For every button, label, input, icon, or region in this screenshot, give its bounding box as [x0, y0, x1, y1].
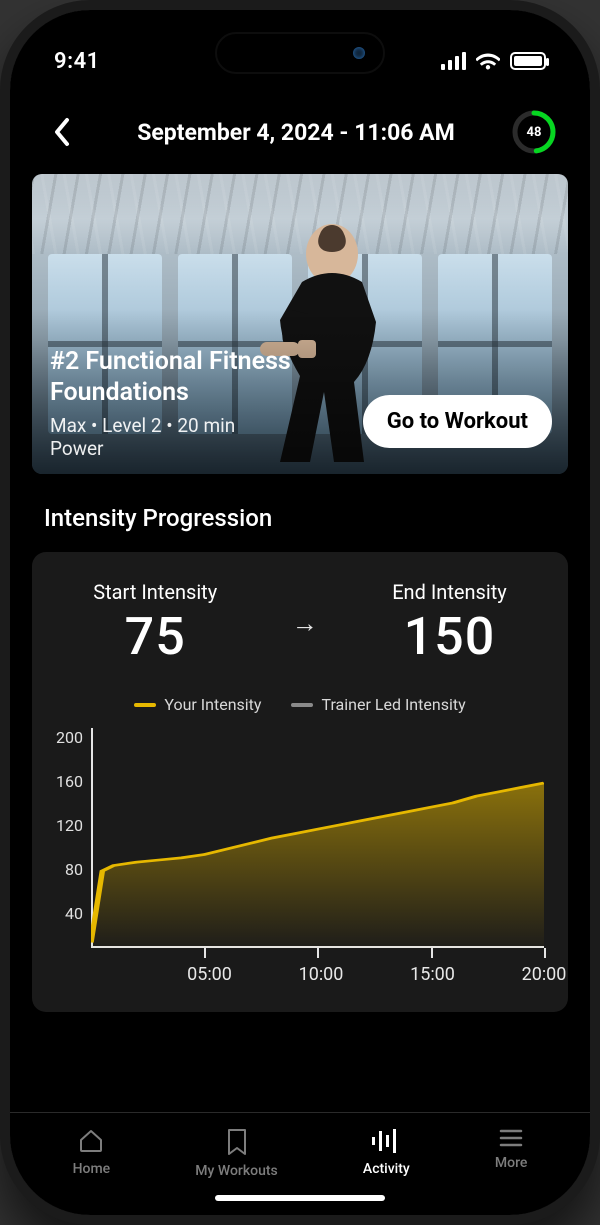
page-title: September 4, 2024 - 11:06 AM	[80, 119, 512, 146]
end-intensity-label: End Intensity	[392, 580, 507, 604]
workout-title: #2 Functional Fitness Foundations	[50, 346, 368, 409]
phone-frame: 9:41 September 4, 2024 - 11:06 AM 48	[0, 0, 600, 1225]
progress-ring-value: 48	[512, 110, 556, 154]
start-intensity-value: 75	[93, 606, 217, 667]
volume-up-button	[0, 310, 2, 380]
home-icon	[77, 1127, 105, 1155]
volume-mute-button	[0, 240, 2, 280]
legend-your-swatch	[134, 703, 156, 707]
start-intensity-label: Start Intensity	[93, 580, 217, 604]
workout-hero-card[interactable]: #2 Functional Fitness Foundations Max • …	[32, 174, 568, 474]
tab-home[interactable]: Home	[73, 1127, 111, 1177]
activity-icon	[369, 1127, 403, 1155]
chevron-left-icon	[53, 117, 71, 147]
back-button[interactable]	[44, 114, 80, 150]
intensity-card: Start Intensity 75 → End Intensity 150 Y…	[32, 552, 568, 1012]
tab-activity-label: Activity	[363, 1161, 410, 1177]
menu-icon	[497, 1127, 525, 1149]
tab-home-label: Home	[73, 1161, 111, 1177]
intensity-chart: 2001601208040	[56, 728, 544, 988]
go-to-workout-button[interactable]: Go to Workout	[363, 395, 552, 448]
tab-workouts-label: My Workouts	[195, 1163, 277, 1179]
legend-trainer-swatch	[291, 703, 313, 707]
arrow-right-icon: →	[292, 608, 318, 639]
workout-meta: Max • Level 2 • 20 min Power	[50, 414, 368, 460]
wifi-icon	[476, 52, 500, 70]
volume-down-button	[0, 400, 2, 470]
progress-ring[interactable]: 48	[512, 110, 556, 154]
section-title: Intensity Progression	[10, 474, 590, 546]
tab-workouts[interactable]: My Workouts	[195, 1127, 277, 1179]
legend-trainer-label: Trainer Led Intensity	[321, 695, 465, 714]
end-intensity-value: 150	[392, 606, 507, 667]
bookmark-icon	[224, 1127, 250, 1157]
home-indicator[interactable]	[215, 1195, 385, 1201]
battery-icon	[510, 52, 546, 70]
cellular-icon	[441, 52, 466, 70]
tab-more-label: More	[495, 1155, 528, 1171]
legend-your-label: Your Intensity	[164, 695, 261, 714]
tab-more[interactable]: More	[495, 1127, 528, 1171]
dynamic-island	[215, 32, 385, 74]
chart-legend: Your Intensity Trainer Led Intensity	[56, 695, 544, 714]
tab-bar: Home My Workouts Activity More	[10, 1112, 590, 1187]
tab-activity[interactable]: Activity	[363, 1127, 410, 1177]
status-time: 9:41	[54, 49, 100, 74]
